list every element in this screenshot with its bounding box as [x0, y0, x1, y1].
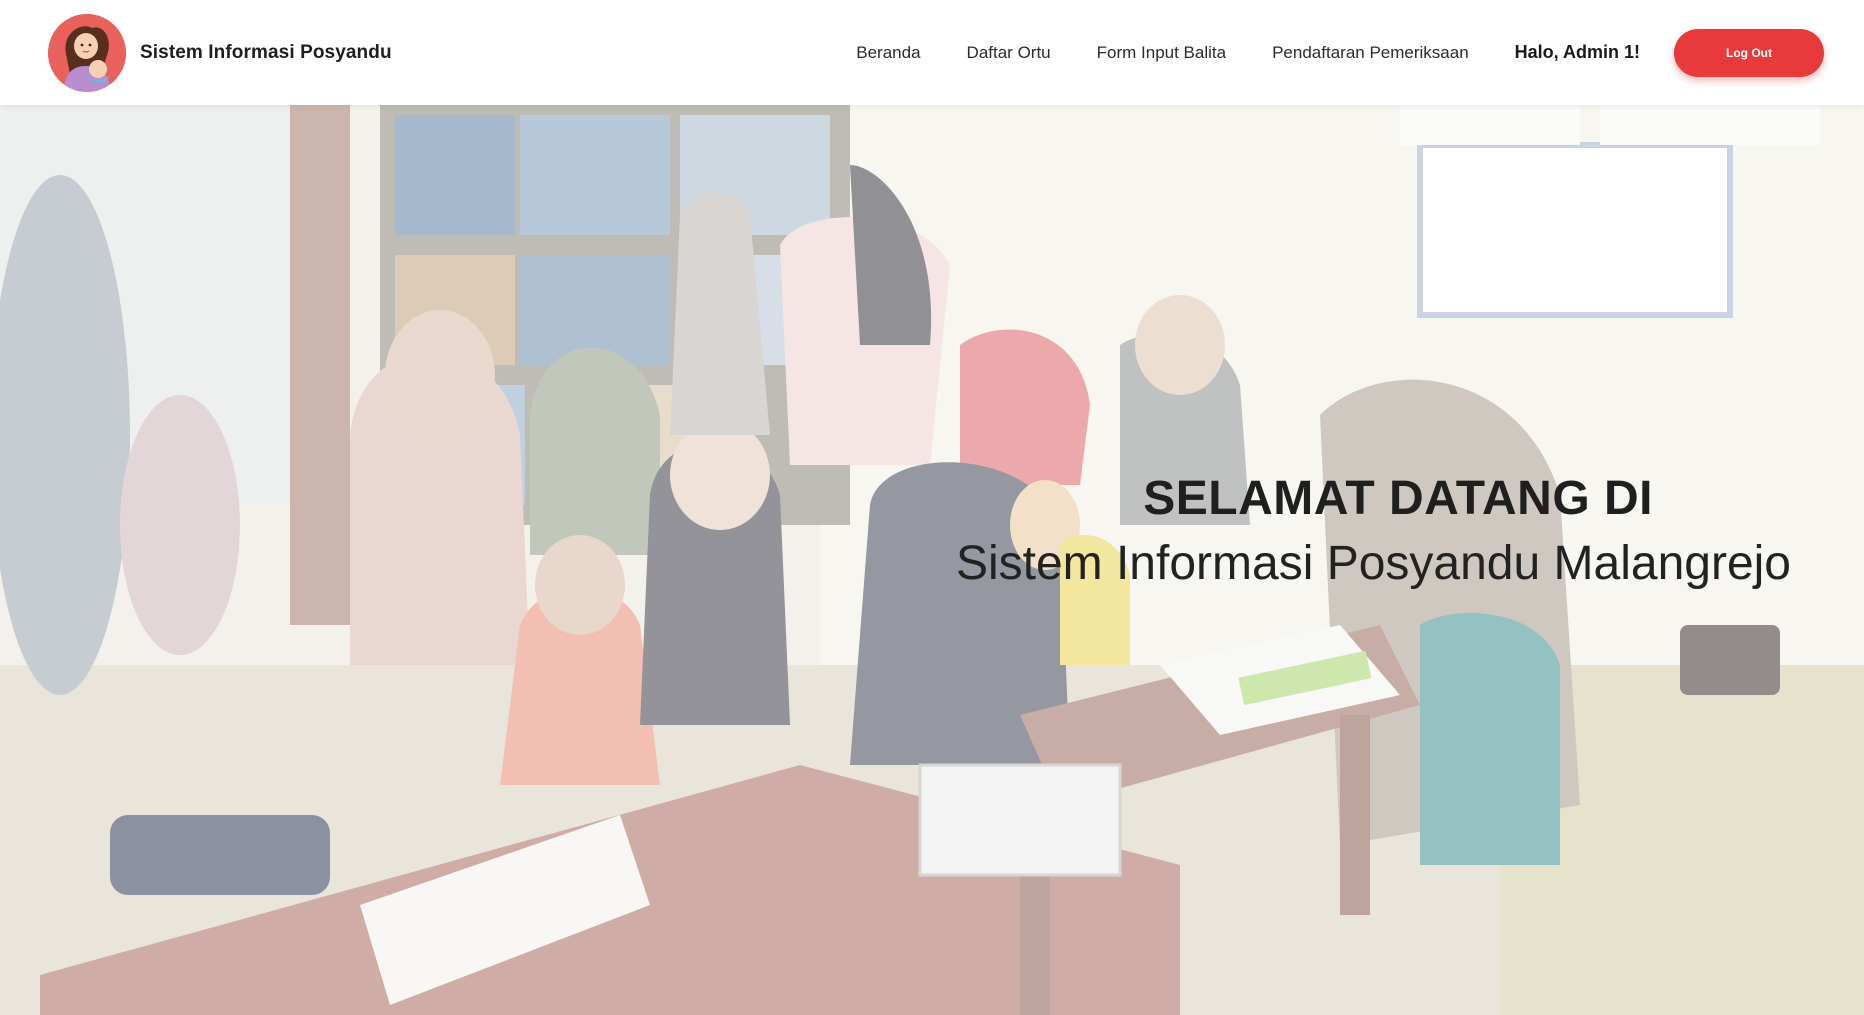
hero-subtitle: Sistem Informasi Posyandu Malangrejo [955, 537, 1791, 590]
hero-text: SELAMAT DATANG DI Sistem Informasi Posya… [891, 471, 1791, 591]
user-greeting: Halo, Admin 1! [1514, 42, 1640, 62]
logout-button[interactable]: Log Out [1674, 28, 1824, 77]
brand[interactable]: Sistem Informasi Posyandu [48, 13, 392, 92]
hero-title: SELAMAT DATANG DI [1143, 472, 1653, 525]
nav-link-daftar-ortu[interactable]: Daftar Ortu [967, 43, 1051, 63]
nav-links: Beranda Daftar Ortu Form Input Balita Pe… [856, 28, 1824, 77]
navbar: Sistem Informasi Posyandu Beranda Daftar… [0, 0, 1864, 105]
brand-name: Sistem Informasi Posyandu [140, 41, 392, 63]
mother-baby-logo-icon [48, 13, 126, 92]
nav-link-pendaftaran-pemeriksaan[interactable]: Pendaftaran Pemeriksaan [1272, 43, 1469, 63]
nav-link-form-input-balita[interactable]: Form Input Balita [1097, 43, 1226, 63]
hero-section: SELAMAT DATANG DI Sistem Informasi Posya… [0, 105, 1864, 1015]
nav-link-beranda[interactable]: Beranda [856, 43, 920, 63]
